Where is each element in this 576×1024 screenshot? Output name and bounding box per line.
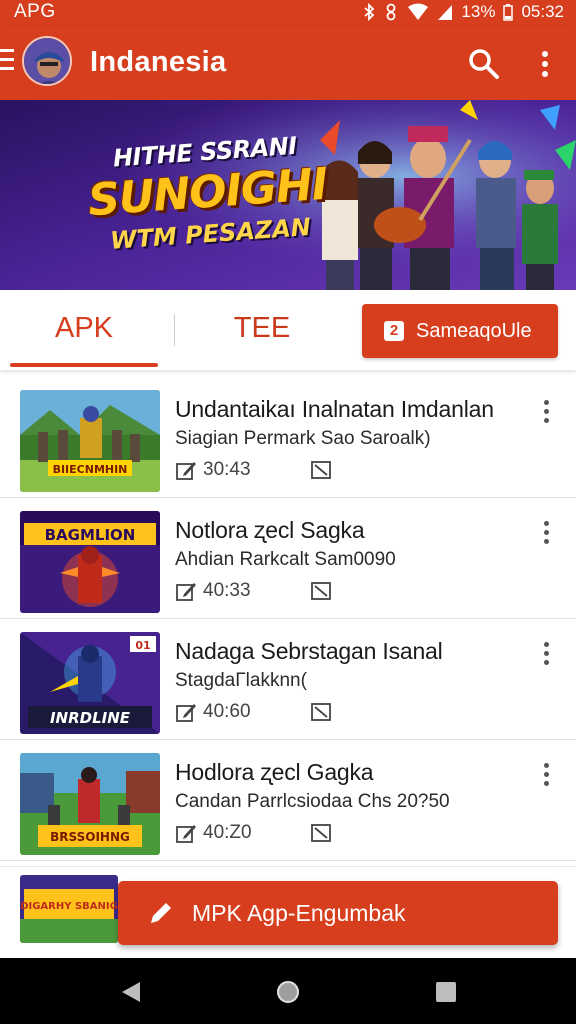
thumb-label: BIIECNMHIN [53, 463, 128, 476]
item-title: Undantaikaı Inalnatan Imdanlan [175, 396, 494, 422]
active-tab-indicator [10, 363, 158, 367]
pencil-icon [151, 903, 171, 923]
thumb-corner-label: 01 [135, 639, 150, 652]
remove-icon[interactable] [310, 701, 332, 723]
item-title: Hodlora ʐecl Gagka [175, 759, 374, 785]
edit-icon [176, 462, 196, 480]
recent-apps-icon[interactable] [436, 982, 456, 1002]
bluetooth-icon [364, 3, 375, 21]
item-subtitle: StagdaΓlakknn( [175, 670, 307, 691]
item-more-icon[interactable] [536, 400, 556, 430]
thumbnail[interactable]: BAGMLION [20, 511, 160, 613]
item-meta: 40:60 [175, 701, 251, 723]
status-icons: 13% 05:32 [363, 2, 564, 22]
item-meta: 40:Z0 [175, 822, 252, 844]
item-duration: 30:43 [203, 459, 251, 480]
remove-icon[interactable] [310, 580, 332, 602]
item-subtitle: Candan Parrlcsiodaa Chs 20?50 [175, 791, 450, 812]
bottom-thumbnail[interactable]: DIGARHY SBANIG [20, 875, 118, 943]
more-vert-icon[interactable] [532, 46, 558, 82]
promo-banner[interactable]: HITHE SSRANI SUNOIGHI WTM PESAZAN [0, 100, 576, 290]
back-icon[interactable] [120, 980, 142, 1004]
avatar[interactable] [22, 36, 72, 86]
item-duration: 40:33 [203, 580, 251, 601]
list-item[interactable]: BAGMLION Notlora ʐecl Sagka Ahdian Rarkc… [0, 499, 576, 619]
thumbnail[interactable]: BIIECNMHIN [20, 390, 160, 492]
item-more-icon[interactable] [536, 521, 556, 551]
item-meta: 30:43 [175, 459, 251, 481]
menu-icon[interactable] [0, 49, 14, 75]
remove-icon[interactable] [310, 459, 332, 481]
badge-icon: 2 [384, 321, 404, 341]
wifi-icon [408, 3, 429, 20]
thumb-label: BAGMLION [45, 526, 136, 544]
thumb-label: BRSSOIHNG [50, 830, 130, 844]
tab-tee[interactable]: TEE [190, 312, 334, 345]
list-item[interactable]: BIIECNMHIN Undantaikaı Inalnatan Imdanla… [0, 378, 576, 498]
battery-icon [503, 4, 514, 21]
item-more-icon[interactable] [536, 642, 556, 672]
apk-download-button[interactable]: MPK Agp-Engumbak [118, 881, 558, 945]
thumbnail[interactable]: 01 INRDLINE [20, 632, 160, 734]
app-bar: Indanesia [0, 26, 576, 100]
edit-icon [176, 704, 196, 722]
tab-divider [174, 314, 175, 346]
thumbnail[interactable]: BRSSOIHNG [20, 753, 160, 855]
item-title: Nadaga Sebrstagan Isanal [175, 638, 443, 664]
tab-bar: APK TEE 2 SameaqoUle [0, 290, 576, 370]
system-nav-bar [0, 958, 576, 1024]
remove-icon[interactable] [310, 822, 332, 844]
item-subtitle: Siagian Permark Sao Saroalk) [175, 428, 431, 449]
list-item[interactable]: 01 INRDLINE Nadaga Sebrstagan Isanal Sta… [0, 620, 576, 740]
item-title: Notlora ʐecl Sagka [175, 517, 365, 543]
home-icon[interactable] [276, 980, 300, 1004]
tab-action-button[interactable]: 2 SameaqoUle [362, 304, 558, 358]
battery-percent: 13% [461, 2, 496, 21]
edit-icon [176, 583, 196, 601]
vibrate-icon [387, 3, 396, 21]
bottom-thumb-label: DIGARHY SBANIG [20, 901, 118, 912]
list-item[interactable]: BRSSOIHNG Hodlora ʐecl Gagka Candan Parr… [0, 741, 576, 861]
tab-apk[interactable]: APK [10, 312, 158, 345]
search-icon[interactable] [466, 46, 502, 82]
item-subtitle: Ahdian Rarkcalt Sam0090 [175, 549, 396, 570]
item-meta: 40:33 [175, 580, 251, 602]
signal-icon [438, 5, 453, 20]
fab-label: MPK Agp-Engumbak [192, 899, 406, 926]
bottom-strip: DIGARHY SBANIG MPK Agp-Engumbak [0, 866, 576, 958]
carrier-label: APG [14, 1, 56, 22]
status-bar: APG 13% 05:32 [0, 0, 576, 26]
item-duration: 40:Z0 [203, 822, 252, 843]
item-duration: 40:60 [203, 701, 251, 722]
app-title: Indanesia [90, 46, 227, 78]
item-more-icon[interactable] [536, 763, 556, 793]
banner-headline: HITHE SSRANI SUNOIGHI WTM PESAZAN [84, 130, 330, 256]
edit-icon [176, 825, 196, 843]
clock: 05:32 [521, 2, 564, 21]
tab-action-label: SameaqoUle [416, 319, 532, 342]
thumb-label: INRDLINE [50, 709, 131, 727]
